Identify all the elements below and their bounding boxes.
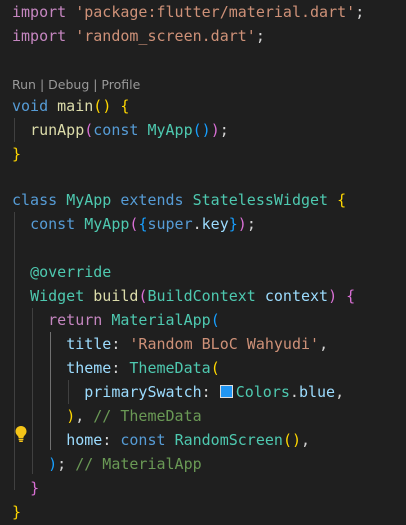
string-literal: 'package:flutter/material.dart' (75, 3, 356, 21)
class-name: Colors (235, 383, 290, 401)
keyword: const (30, 215, 76, 233)
class-name: MyApp (66, 191, 112, 209)
property: key (201, 215, 229, 233)
class-name: BuildContext (147, 287, 256, 305)
code-line-title: title: 'Random BLoC Wahyudi', (12, 332, 328, 356)
punctuation: ; (219, 121, 229, 139)
code-line-primary-swatch: primarySwatch: Colors.blue, (12, 380, 344, 404)
bracket: } (12, 145, 22, 163)
property: title (66, 335, 112, 353)
bracket: } (30, 479, 40, 497)
bracket: } (228, 215, 238, 233)
string-literal: 'random_screen.dart' (75, 27, 256, 45)
function-name: main (57, 97, 94, 115)
code-editor[interactable]: import 'package:flutter/material.dart'; … (0, 0, 406, 525)
punctuation: : (201, 383, 211, 401)
property: primarySwatch (84, 383, 202, 401)
code-line-constructor: const MyApp({super.key}); (12, 212, 256, 236)
bracket: { (337, 191, 347, 209)
bracket: { (346, 287, 356, 305)
punctuation: ; (355, 3, 365, 21)
punctuation: , (335, 383, 345, 401)
bracket: ( (210, 359, 220, 377)
class-name: MyApp (147, 121, 193, 139)
bracket: () (192, 121, 211, 139)
annotation: @override (30, 263, 112, 281)
code-line-import-material: import 'package:flutter/material.dart'; (12, 0, 364, 24)
punctuation: . (192, 215, 202, 233)
punctuation: : (102, 431, 112, 449)
code-line-app-close: ); // MaterialApp (12, 452, 202, 476)
keyword: super (147, 215, 193, 233)
punctuation: ; (246, 215, 256, 233)
bracket: ( (84, 121, 94, 139)
bracket: ) (66, 407, 76, 425)
code-line-main-signature: void main() { (12, 94, 129, 118)
code-line-theme-close: ), // ThemeData (12, 404, 202, 428)
punctuation: , (319, 335, 329, 353)
property: home (66, 431, 103, 449)
codelens-run[interactable]: Run (12, 77, 36, 92)
class-name: MyApp (84, 215, 130, 233)
bracket: ) (237, 215, 247, 233)
punctuation: . (289, 383, 299, 401)
color-swatch-icon[interactable] (219, 385, 233, 398)
code-line-build-close: } (12, 476, 39, 500)
keyword: import (12, 27, 67, 45)
punctuation: : (111, 359, 121, 377)
punctuation: : (111, 335, 121, 353)
bracket: ) (210, 121, 220, 139)
keyword: return (48, 311, 103, 329)
keyword: const (93, 121, 139, 139)
codelens-debug[interactable]: Debug (48, 77, 89, 92)
function-name: runApp (30, 121, 85, 139)
class-name: ThemeData (129, 359, 211, 377)
punctuation: , (75, 407, 85, 425)
code-line-main-close: } (12, 142, 21, 166)
keyword: const (120, 431, 166, 449)
inline-comment: // MaterialApp (75, 455, 202, 473)
code-line-class-close: } (12, 500, 21, 524)
keyword: extends (120, 191, 184, 209)
bracket: ( (93, 97, 103, 115)
class-name: Widget (30, 287, 85, 305)
property: blue (298, 383, 336, 401)
punctuation: , (301, 431, 311, 449)
punctuation: ; (255, 27, 265, 45)
class-name: StatelessWidget (192, 191, 329, 209)
code-line-class-declaration: class MyApp extends StatelessWidget { (12, 188, 346, 212)
inline-comment: // ThemeData (93, 407, 202, 425)
codelens-separator: | (89, 77, 102, 92)
keyword: void (12, 97, 49, 115)
bracket: ) (328, 287, 338, 305)
function-name: build (93, 287, 139, 305)
property: theme (66, 359, 112, 377)
bracket: ( (210, 311, 220, 329)
bracket: } (12, 503, 22, 521)
bracket: ) (48, 455, 58, 473)
code-line-return: return MaterialApp( (12, 308, 220, 332)
parameter: context (264, 287, 329, 305)
codelens-profile[interactable]: Profile (101, 77, 140, 92)
codelens-separator: | (35, 77, 49, 92)
code-line-build-signature: Widget build(BuildContext context) { (12, 284, 355, 308)
string-literal: 'Random BLoC Wahyudi' (129, 335, 320, 353)
keyword: import (12, 3, 67, 21)
code-line-import-random-screen: import 'random_screen.dart'; (12, 24, 265, 48)
code-line-theme: theme: ThemeData( (12, 356, 220, 380)
code-line-home: home: const RandomScreen(), (12, 428, 310, 452)
class-name: MaterialApp (111, 311, 211, 329)
punctuation: ; (57, 455, 67, 473)
code-line-annotation: @override (12, 260, 111, 284)
code-line-run-app: runApp(const MyApp()); (12, 118, 229, 142)
bracket: { (120, 97, 130, 115)
keyword: class (12, 191, 58, 209)
bracket: () (282, 431, 301, 449)
bracket: ) (102, 97, 112, 115)
codelens: Run | Debug | Profile (12, 76, 140, 94)
class-name: RandomScreen (174, 431, 283, 449)
